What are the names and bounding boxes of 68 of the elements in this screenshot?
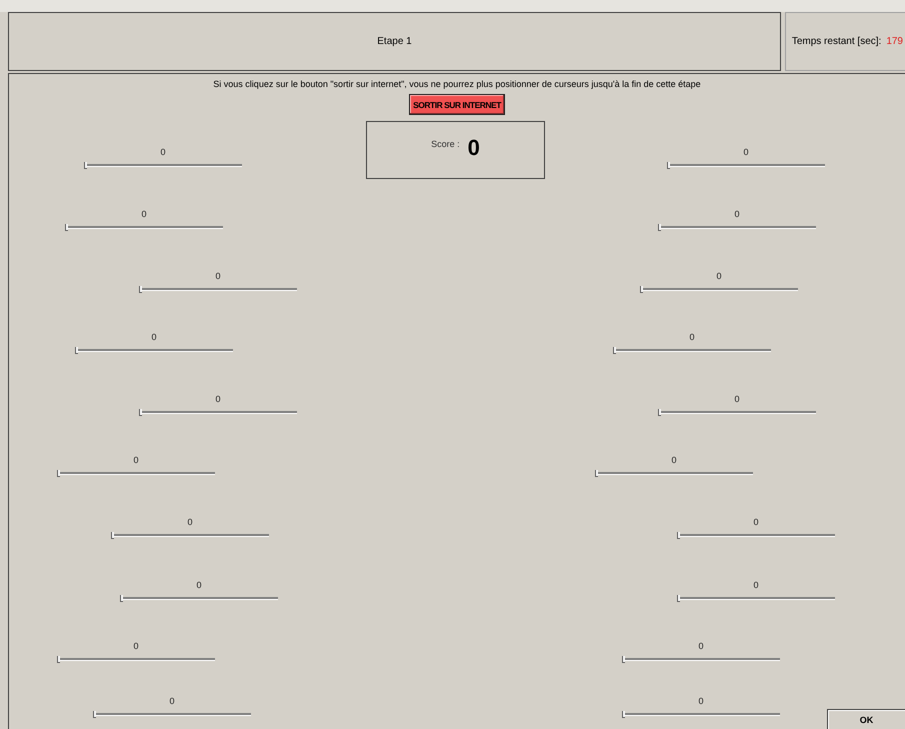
slider-thumb[interactable] (677, 595, 680, 602)
slider-value: 0 (752, 517, 760, 527)
slider-track[interactable] (111, 534, 269, 537)
slider-thumb[interactable] (658, 224, 661, 231)
slider-value: 0 (186, 517, 194, 527)
ok-button[interactable]: OK (827, 709, 905, 729)
slider-value: 0 (132, 455, 140, 465)
slider-thumb[interactable] (139, 409, 142, 416)
slider-thumb[interactable] (622, 711, 625, 718)
slider-track[interactable] (667, 164, 825, 167)
slider-value: 0 (159, 147, 166, 157)
exit-internet-button[interactable]: SORTIR SUR INTERNET (409, 94, 505, 115)
step-title: Etape 1 (377, 36, 412, 47)
slider-value: 0 (742, 147, 750, 157)
slider-value: 0 (733, 209, 740, 219)
slider-value: 0 (752, 580, 760, 590)
slider-value: 0 (715, 271, 722, 281)
slider-thumb[interactable] (120, 595, 123, 602)
slider-value: 0 (214, 394, 222, 404)
slider-track[interactable] (640, 288, 798, 291)
slider-thumb[interactable] (111, 532, 114, 539)
slider-track[interactable] (677, 534, 835, 537)
slider-thumb[interactable] (57, 470, 60, 477)
slider-value: 0 (697, 641, 704, 651)
slider-thumb[interactable] (84, 162, 87, 169)
slider-track[interactable] (57, 658, 215, 661)
slider-track[interactable] (93, 713, 251, 716)
slider-thumb[interactable] (658, 409, 661, 416)
slider-thumb[interactable] (57, 656, 60, 663)
slider-value: 0 (140, 209, 148, 219)
score-label: Score : (431, 139, 460, 149)
slider-track[interactable] (677, 597, 835, 600)
slider-value: 0 (168, 696, 176, 706)
slider-track[interactable] (622, 713, 780, 716)
slider-track[interactable] (65, 226, 223, 229)
slider-track[interactable] (75, 349, 233, 352)
slider-thumb[interactable] (93, 711, 96, 718)
slider-thumb[interactable] (667, 162, 670, 169)
slider-track[interactable] (658, 411, 816, 414)
slider-value: 0 (132, 641, 140, 651)
slider-value: 0 (150, 332, 158, 342)
slider-value: 0 (214, 271, 222, 281)
slider-track[interactable] (120, 597, 278, 600)
slider-thumb[interactable] (75, 347, 78, 354)
slider-track[interactable] (84, 164, 242, 167)
slider-value: 0 (195, 580, 202, 590)
notice-text: Si vous cliquez sur le bouton "sortir sur internet", vous ne pourrez plus positionner de curseurs jusqu'à la fin de cette étape (213, 79, 701, 89)
slider-thumb[interactable] (65, 224, 68, 231)
score-value: 0 (468, 135, 480, 161)
slider-value: 0 (733, 394, 740, 404)
slider-track[interactable] (622, 658, 780, 661)
slider-thumb[interactable] (622, 656, 625, 663)
slider-track[interactable] (57, 472, 215, 475)
slider-thumb[interactable] (139, 286, 142, 293)
slider-track[interactable] (139, 288, 297, 291)
slider-value: 0 (670, 455, 678, 465)
slider-value: 0 (688, 332, 696, 342)
timer-value: 179 (886, 36, 903, 47)
slider-track[interactable] (139, 411, 297, 414)
slider-track[interactable] (658, 226, 816, 229)
slider-value: 0 (697, 696, 704, 706)
slider-thumb[interactable] (640, 286, 643, 293)
slider-track[interactable] (595, 472, 753, 475)
slider-track[interactable] (613, 349, 771, 352)
slider-thumb[interactable] (595, 470, 598, 477)
timer-label: Temps restant [sec]: (792, 36, 882, 47)
slider-thumb[interactable] (677, 532, 680, 539)
slider-thumb[interactable] (613, 347, 616, 354)
